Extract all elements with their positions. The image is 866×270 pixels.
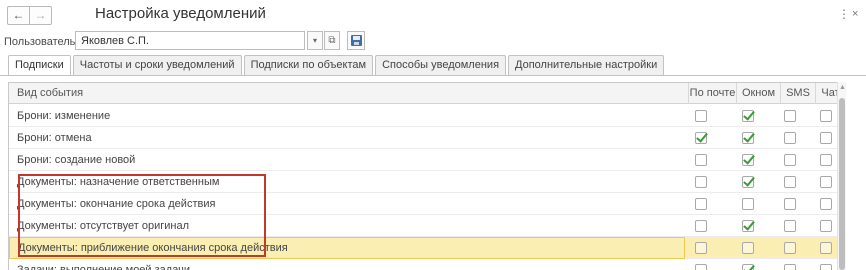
scroll-thumb[interactable] (839, 98, 845, 270)
event-name: Брони: изменение (17, 110, 111, 122)
chat-checkbox[interactable] (820, 132, 832, 144)
chat-checkbox[interactable] (820, 220, 832, 232)
by-mail-checkbox[interactable] (695, 264, 707, 270)
table-header: Вид события По почте Окном SMS Чат (9, 83, 845, 104)
by-window-checkbox[interactable] (742, 176, 754, 188)
back-arrow-icon[interactable]: ← (7, 6, 30, 25)
sms-checkbox[interactable] (784, 242, 796, 254)
tab-3[interactable]: Способы уведомления (375, 55, 507, 75)
column-header-event[interactable]: Вид события (9, 83, 688, 104)
chat-checkbox[interactable] (820, 154, 832, 166)
event-name: Задачи: выполнение моей задачи (17, 264, 190, 270)
page-title: Настройка уведомлений (95, 5, 266, 22)
by-mail-checkbox[interactable] (695, 154, 707, 166)
chat-checkbox[interactable] (820, 176, 832, 188)
event-name: Брони: отмена (17, 132, 92, 144)
by-window-checkbox[interactable] (742, 132, 754, 144)
by-window-checkbox[interactable] (742, 220, 754, 232)
column-header-by-window[interactable]: Окном (736, 83, 780, 104)
sms-checkbox[interactable] (784, 198, 796, 210)
by-mail-checkbox[interactable] (695, 176, 707, 188)
tab-2[interactable]: Подписки по объектам (243, 55, 374, 75)
table-row[interactable]: Брони: отмена (9, 127, 845, 149)
table-row[interactable]: Брони: создание новой (9, 149, 845, 171)
save-button[interactable] (347, 31, 365, 50)
tab-1[interactable]: Частоты и сроки уведомлений (72, 55, 242, 75)
chat-checkbox[interactable] (820, 242, 832, 254)
by-mail-checkbox[interactable] (695, 220, 707, 232)
by-window-checkbox[interactable] (742, 264, 754, 270)
more-menu-icon[interactable]: ⋮ (838, 7, 850, 21)
sms-checkbox[interactable] (784, 154, 796, 166)
floppy-disk-icon (351, 35, 362, 46)
user-label: Пользователь: (4, 36, 79, 48)
by-window-checkbox[interactable] (742, 110, 754, 122)
sms-checkbox[interactable] (784, 110, 796, 122)
forward-arrow-icon[interactable]: → (29, 6, 52, 25)
column-header-sms[interactable]: SMS (780, 83, 815, 104)
by-mail-checkbox[interactable] (695, 110, 707, 122)
sms-checkbox[interactable] (784, 132, 796, 144)
by-window-checkbox[interactable] (742, 198, 754, 210)
title-bar: ← → Настройка уведомлений ⋮ × (0, 0, 866, 28)
vertical-scrollbar[interactable]: ▲ (837, 82, 846, 270)
table-row[interactable]: Брони: изменение (9, 105, 845, 127)
tab-0[interactable]: Подписки (8, 55, 71, 76)
by-window-checkbox[interactable] (742, 242, 754, 254)
chat-checkbox[interactable] (820, 264, 832, 270)
user-value: Яковлев С.П. (81, 35, 149, 47)
tab-4[interactable]: Дополнительные настройки (508, 55, 665, 75)
sms-checkbox[interactable] (784, 220, 796, 232)
scroll-up-icon[interactable]: ▲ (839, 84, 846, 91)
tab-divider (0, 75, 866, 76)
chevron-down-icon[interactable]: ▾ (307, 31, 323, 50)
by-mail-checkbox[interactable] (695, 242, 707, 254)
by-window-checkbox[interactable] (742, 154, 754, 166)
tab-bar: Подписки Частоты и сроки уведомлений Подпи… (8, 55, 666, 76)
chat-checkbox[interactable] (820, 198, 832, 210)
chat-checkbox[interactable] (820, 110, 832, 122)
close-icon[interactable]: × (852, 8, 858, 20)
open-link-icon[interactable]: ⧉ (324, 31, 340, 50)
table-row[interactable]: Задачи: выполнение моей задачи (9, 259, 845, 270)
user-field[interactable]: Яковлев С.П. (75, 31, 305, 50)
column-header-by-mail[interactable]: По почте (688, 83, 736, 104)
sms-checkbox[interactable] (784, 264, 796, 270)
by-mail-checkbox[interactable] (695, 198, 707, 210)
sms-checkbox[interactable] (784, 176, 796, 188)
by-mail-checkbox[interactable] (695, 132, 707, 144)
event-name: Брони: создание новой (17, 154, 136, 166)
red-highlight-frame (18, 174, 266, 257)
